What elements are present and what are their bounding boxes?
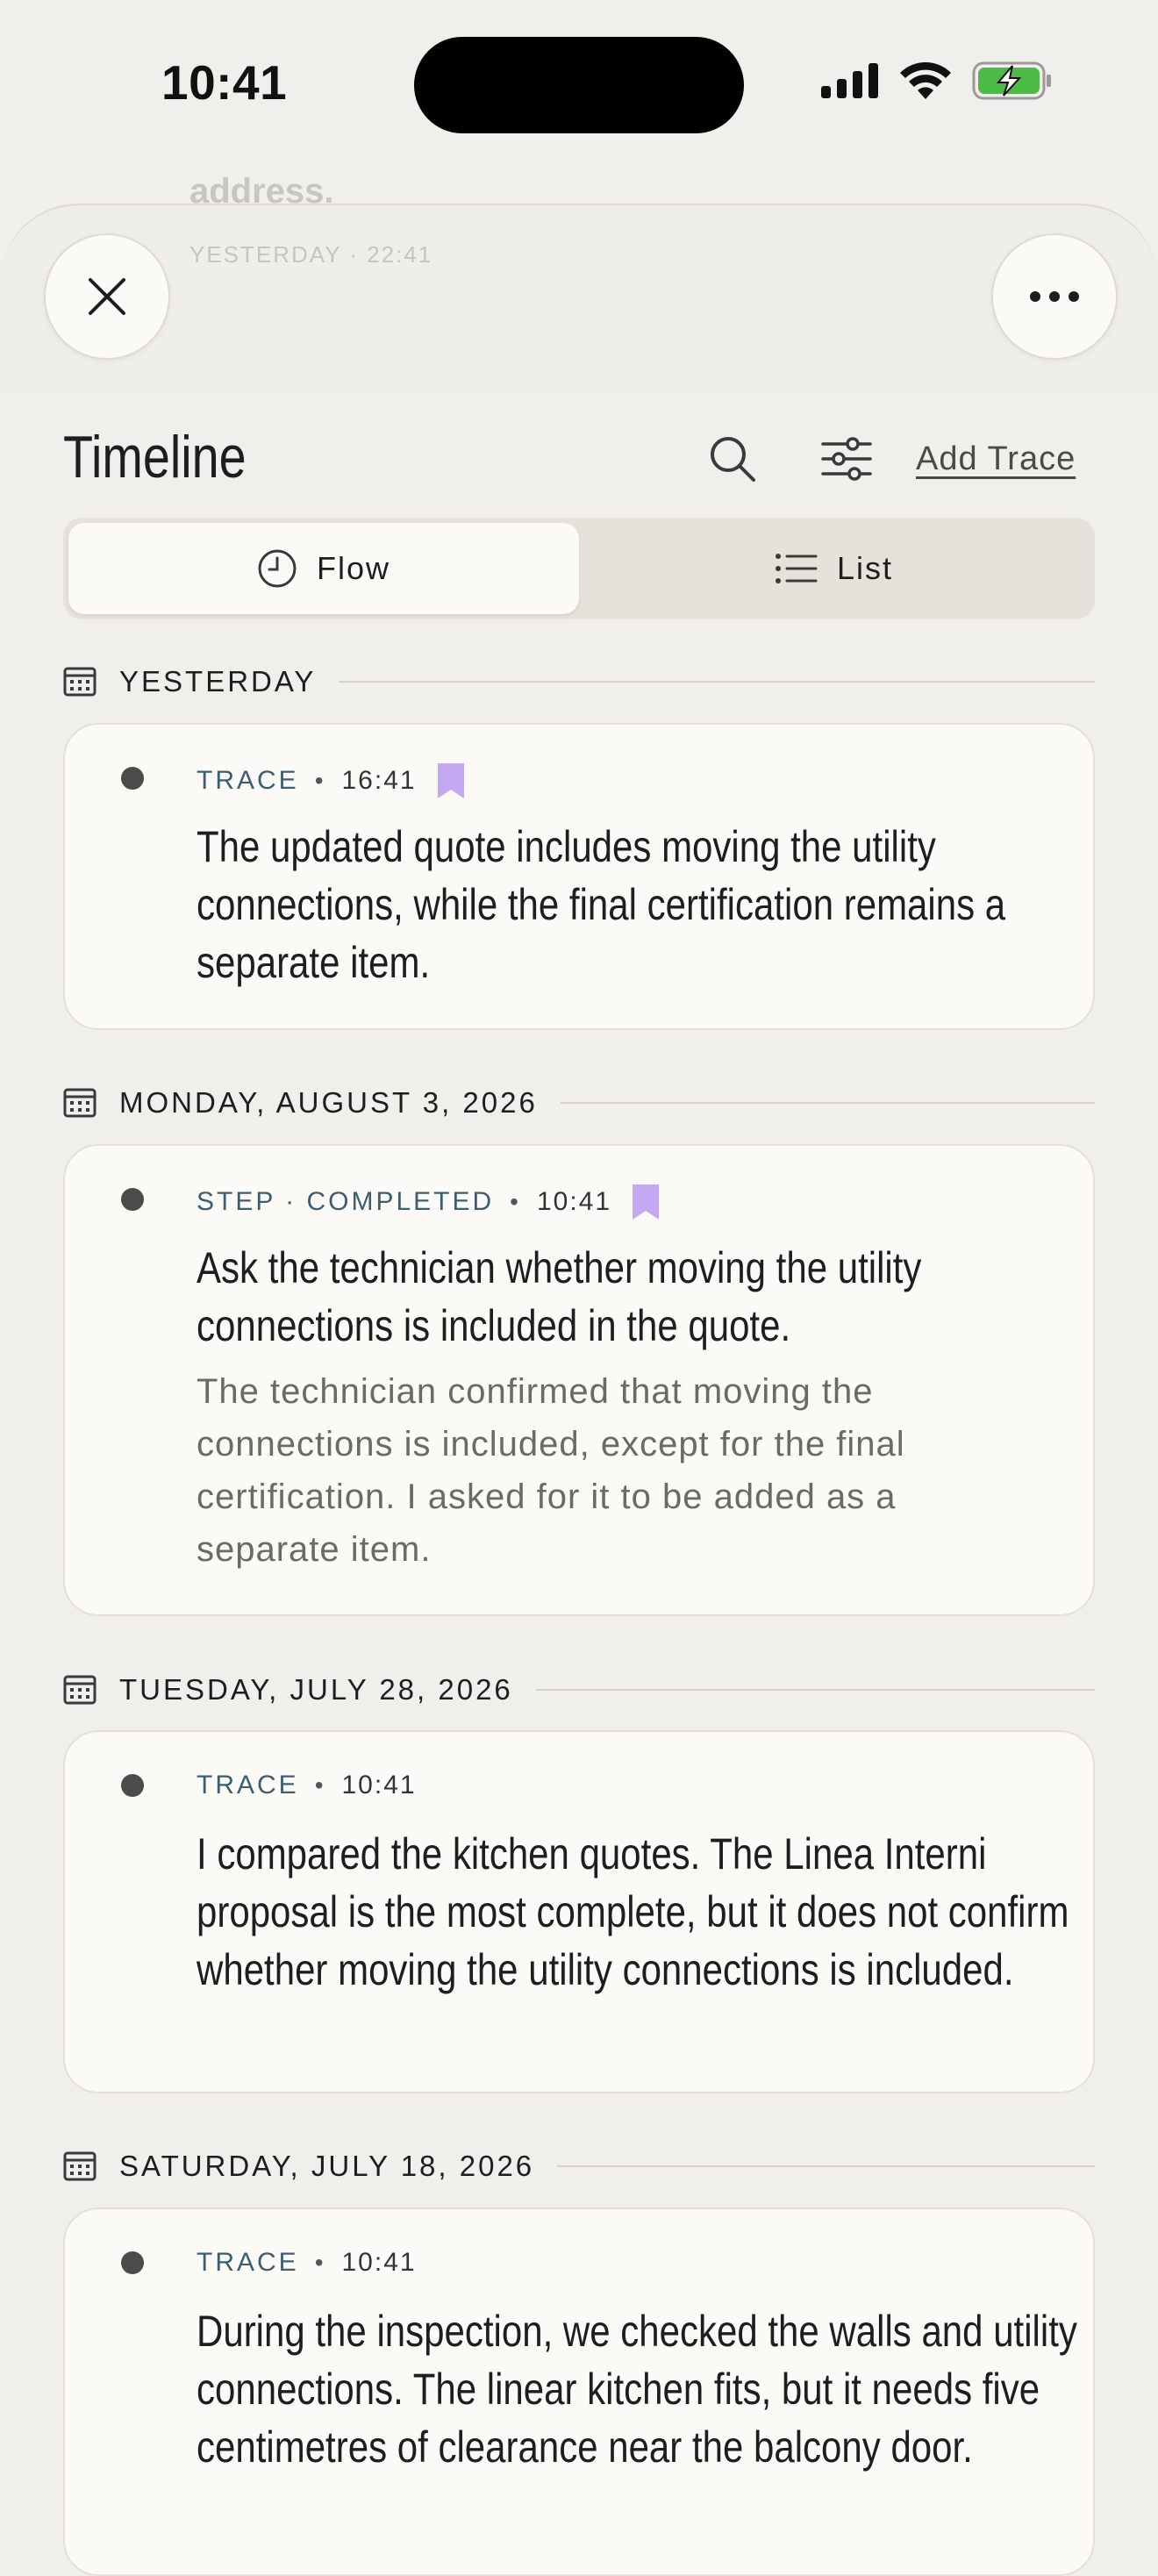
filter-button[interactable] (816, 428, 877, 490)
tab-flow-label: Flow (316, 550, 390, 586)
cellular-signal-icon (821, 63, 878, 98)
date-header: SATURDAY, JULY 18, 2026 (63, 2144, 1095, 2188)
entry-kind: TRACE (197, 766, 299, 795)
sheet-header-background (0, 204, 1158, 433)
dynamic-island (414, 37, 744, 133)
divider (535, 1689, 1095, 1691)
scrolled-entry-meta: YESTERDAY · 22:41 (189, 241, 433, 268)
tab-list-label: List (836, 550, 894, 586)
date-header-label: SATURDAY, JULY 18, 2026 (119, 2150, 535, 2182)
date-header-label: TUESDAY, JULY 28, 2026 (119, 1673, 513, 1706)
timeline-dot (121, 1774, 144, 1797)
status-time: 10:41 (161, 55, 288, 110)
clock-icon (258, 549, 297, 588)
calendar-icon (63, 667, 96, 697)
close-button[interactable] (44, 233, 170, 360)
entry-text: I compared the kitchen quotes. The Linea… (197, 1829, 1069, 1994)
page-title: Timeline (63, 424, 247, 490)
timeline-dot (121, 1188, 144, 1211)
bookmark-icon[interactable] (633, 1184, 660, 1220)
entry-meta: TRACE • 16:41 (197, 763, 464, 798)
close-icon (89, 278, 125, 315)
tab-flow[interactable]: Flow (68, 523, 579, 614)
entry-time: 10:41 (536, 1187, 612, 1216)
wifi-icon (900, 62, 951, 99)
entry-meta: TRACE • 10:41 (197, 1771, 417, 1800)
date-header: MONDAY, AUGUST 3, 2026 (63, 1081, 1095, 1125)
divider (560, 1102, 1095, 1104)
entry-time: 10:41 (341, 2248, 417, 2277)
entry-meta: STEP · COMPLETED • 10:41 (197, 1184, 660, 1220)
entry-kind: STEP · COMPLETED (197, 1187, 495, 1216)
date-header: YESTERDAY (63, 660, 1095, 704)
divider (339, 681, 1095, 683)
sliders-icon (821, 437, 872, 481)
battery-charging-icon (972, 61, 1051, 100)
entry-text: Ask the technician whether moving the ut… (197, 1243, 922, 1350)
calendar-icon (63, 1088, 96, 1118)
view-mode-segmented-control: Flow List (63, 518, 1095, 619)
scrolled-entry-text: address. (189, 172, 334, 211)
entry-time: 16:41 (341, 766, 417, 795)
entry-text: During the inspection, we checked the wa… (197, 2307, 1077, 2472)
entry-meta: TRACE • 10:41 (197, 2248, 417, 2277)
entry-text: The updated quote includes moving the ut… (197, 822, 1006, 987)
add-trace-link[interactable]: Add Trace (916, 440, 1076, 478)
timeline-card[interactable]: TRACE • 10:41 During the inspection, we … (63, 2207, 1095, 2576)
bookmark-icon[interactable] (437, 763, 464, 798)
timeline-card[interactable]: TRACE • 10:41 I compared the kitchen quo… (63, 1730, 1095, 2093)
date-header-label: MONDAY, AUGUST 3, 2026 (119, 1086, 538, 1119)
calendar-icon (63, 1675, 96, 1705)
more-icon (1030, 291, 1079, 302)
entry-note: The technician confirmed that moving the… (197, 1372, 905, 1569)
entry-kind: TRACE (197, 1771, 299, 1800)
timeline-card[interactable]: STEP · COMPLETED • 10:41 Ask the technic… (63, 1144, 1095, 1616)
calendar-icon (63, 2151, 96, 2181)
entry-time: 10:41 (341, 1771, 417, 1800)
status-icons (821, 61, 1053, 100)
more-options-button[interactable] (991, 233, 1118, 360)
date-header: TUESDAY, JULY 28, 2026 (63, 1668, 1095, 1712)
date-header-label: YESTERDAY (119, 665, 317, 698)
timeline-card[interactable]: TRACE • 16:41 The updated quote includes… (63, 723, 1095, 1030)
timeline-dot (121, 767, 144, 790)
tab-list[interactable]: List (579, 523, 1090, 614)
timeline-dot (121, 2251, 144, 2274)
divider (557, 2165, 1095, 2167)
entry-kind: TRACE (197, 2248, 299, 2277)
search-button[interactable] (702, 428, 763, 490)
list-icon (775, 554, 818, 583)
search-icon (711, 437, 755, 482)
